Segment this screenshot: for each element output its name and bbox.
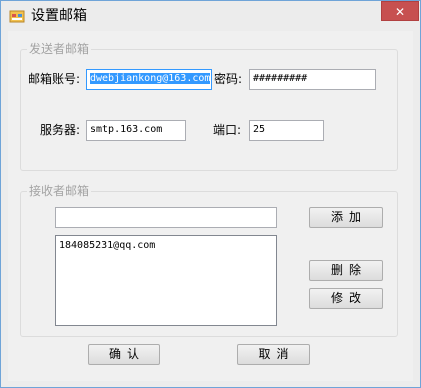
account-label: 邮箱账号:	[28, 72, 81, 86]
cancel-button[interactable]: 取消	[237, 344, 310, 365]
sender-group: 发送者邮箱	[20, 42, 398, 171]
window-title: 设置邮箱	[31, 8, 87, 24]
receiver-email-list[interactable]: 184085231@qq.com	[55, 235, 277, 326]
sender-group-label: 发送者邮箱	[27, 42, 92, 56]
server-input-value: smtp.163.com	[90, 124, 163, 135]
ok-button[interactable]: 确认	[88, 344, 160, 365]
account-input[interactable]: dwebjiankong@163.com	[86, 69, 212, 90]
receiver-group-label: 接收者邮箱	[27, 184, 92, 198]
edit-button[interactable]: 修改	[309, 288, 383, 309]
delete-button[interactable]: 删除	[309, 260, 383, 281]
port-input-value: 25	[253, 124, 266, 135]
port-input[interactable]: 25	[249, 120, 324, 141]
server-label: 服务器:	[40, 123, 81, 137]
add-button[interactable]: 添加	[309, 207, 383, 228]
app-window-icon	[9, 10, 25, 23]
password-input-value: #########	[253, 73, 308, 84]
close-icon: ✕	[394, 5, 406, 19]
password-input[interactable]: #########	[249, 69, 376, 90]
dialog-client-area: 发送者邮箱 邮箱账号: dwebjiankong@163.com 密码: ###…	[8, 31, 413, 381]
close-button[interactable]: ✕	[381, 1, 419, 21]
server-input[interactable]: smtp.163.com	[86, 120, 186, 141]
title-bar[interactable]: 设置邮箱 ✕	[1, 1, 420, 31]
receiver-email-input[interactable]	[55, 207, 277, 228]
list-item[interactable]: 184085231@qq.com	[59, 239, 273, 252]
settings-window: 设置邮箱 ✕ 发送者邮箱 邮箱账号: dwebjiankong@163.com …	[0, 0, 421, 388]
port-label: 端口:	[213, 123, 242, 137]
password-label: 密码:	[214, 72, 243, 86]
account-input-value: dwebjiankong@163.com	[90, 73, 211, 84]
